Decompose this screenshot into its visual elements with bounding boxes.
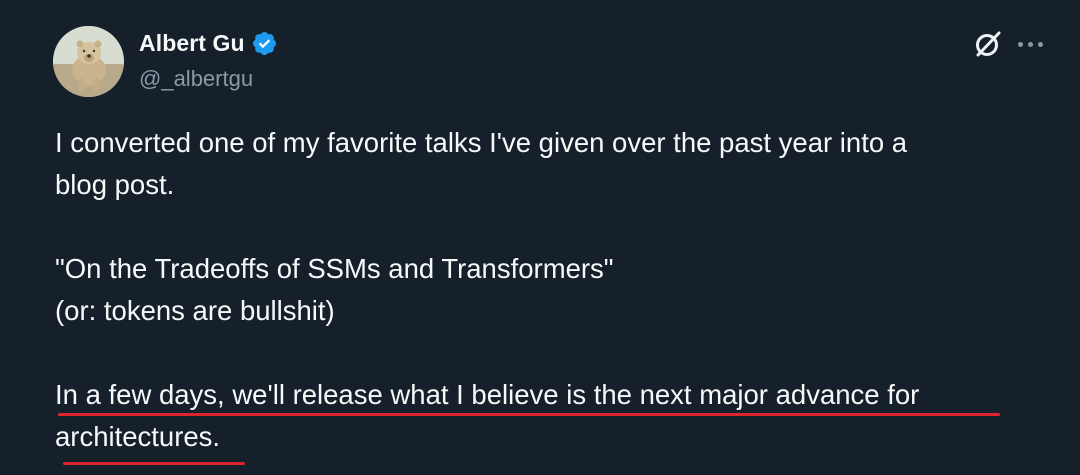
annotation-underline xyxy=(58,413,1000,416)
tweet-line: blog post. xyxy=(55,169,175,200)
tweet-line: I converted one of my favorite talks I'v… xyxy=(55,127,908,158)
display-name[interactable]: Albert Gu xyxy=(139,30,245,57)
avatar[interactable] xyxy=(53,26,124,97)
tweet-line: (or: tokens are bullshit) xyxy=(55,295,335,326)
tweet-line-highlighted: In a few days, we'll release what I beli… xyxy=(55,379,920,410)
grok-icon[interactable] xyxy=(972,28,1004,60)
verified-badge-icon[interactable] xyxy=(251,30,278,57)
tweet: Albert Gu @_albertgu I converted one of … xyxy=(0,0,1080,475)
tweet-line-highlighted: architectures. xyxy=(55,421,221,452)
tweet-line: "On the Tradeoffs of SSMs and Transforme… xyxy=(55,253,614,284)
annotation-underline xyxy=(63,462,245,465)
more-horizontal-icon[interactable] xyxy=(1018,36,1048,52)
polar-bear-avatar-icon xyxy=(53,26,124,97)
name-row: Albert Gu xyxy=(139,30,278,57)
tweet-text: I converted one of my favorite talks I'v… xyxy=(55,122,1055,458)
author-handle[interactable]: @_albertgu xyxy=(139,66,253,92)
